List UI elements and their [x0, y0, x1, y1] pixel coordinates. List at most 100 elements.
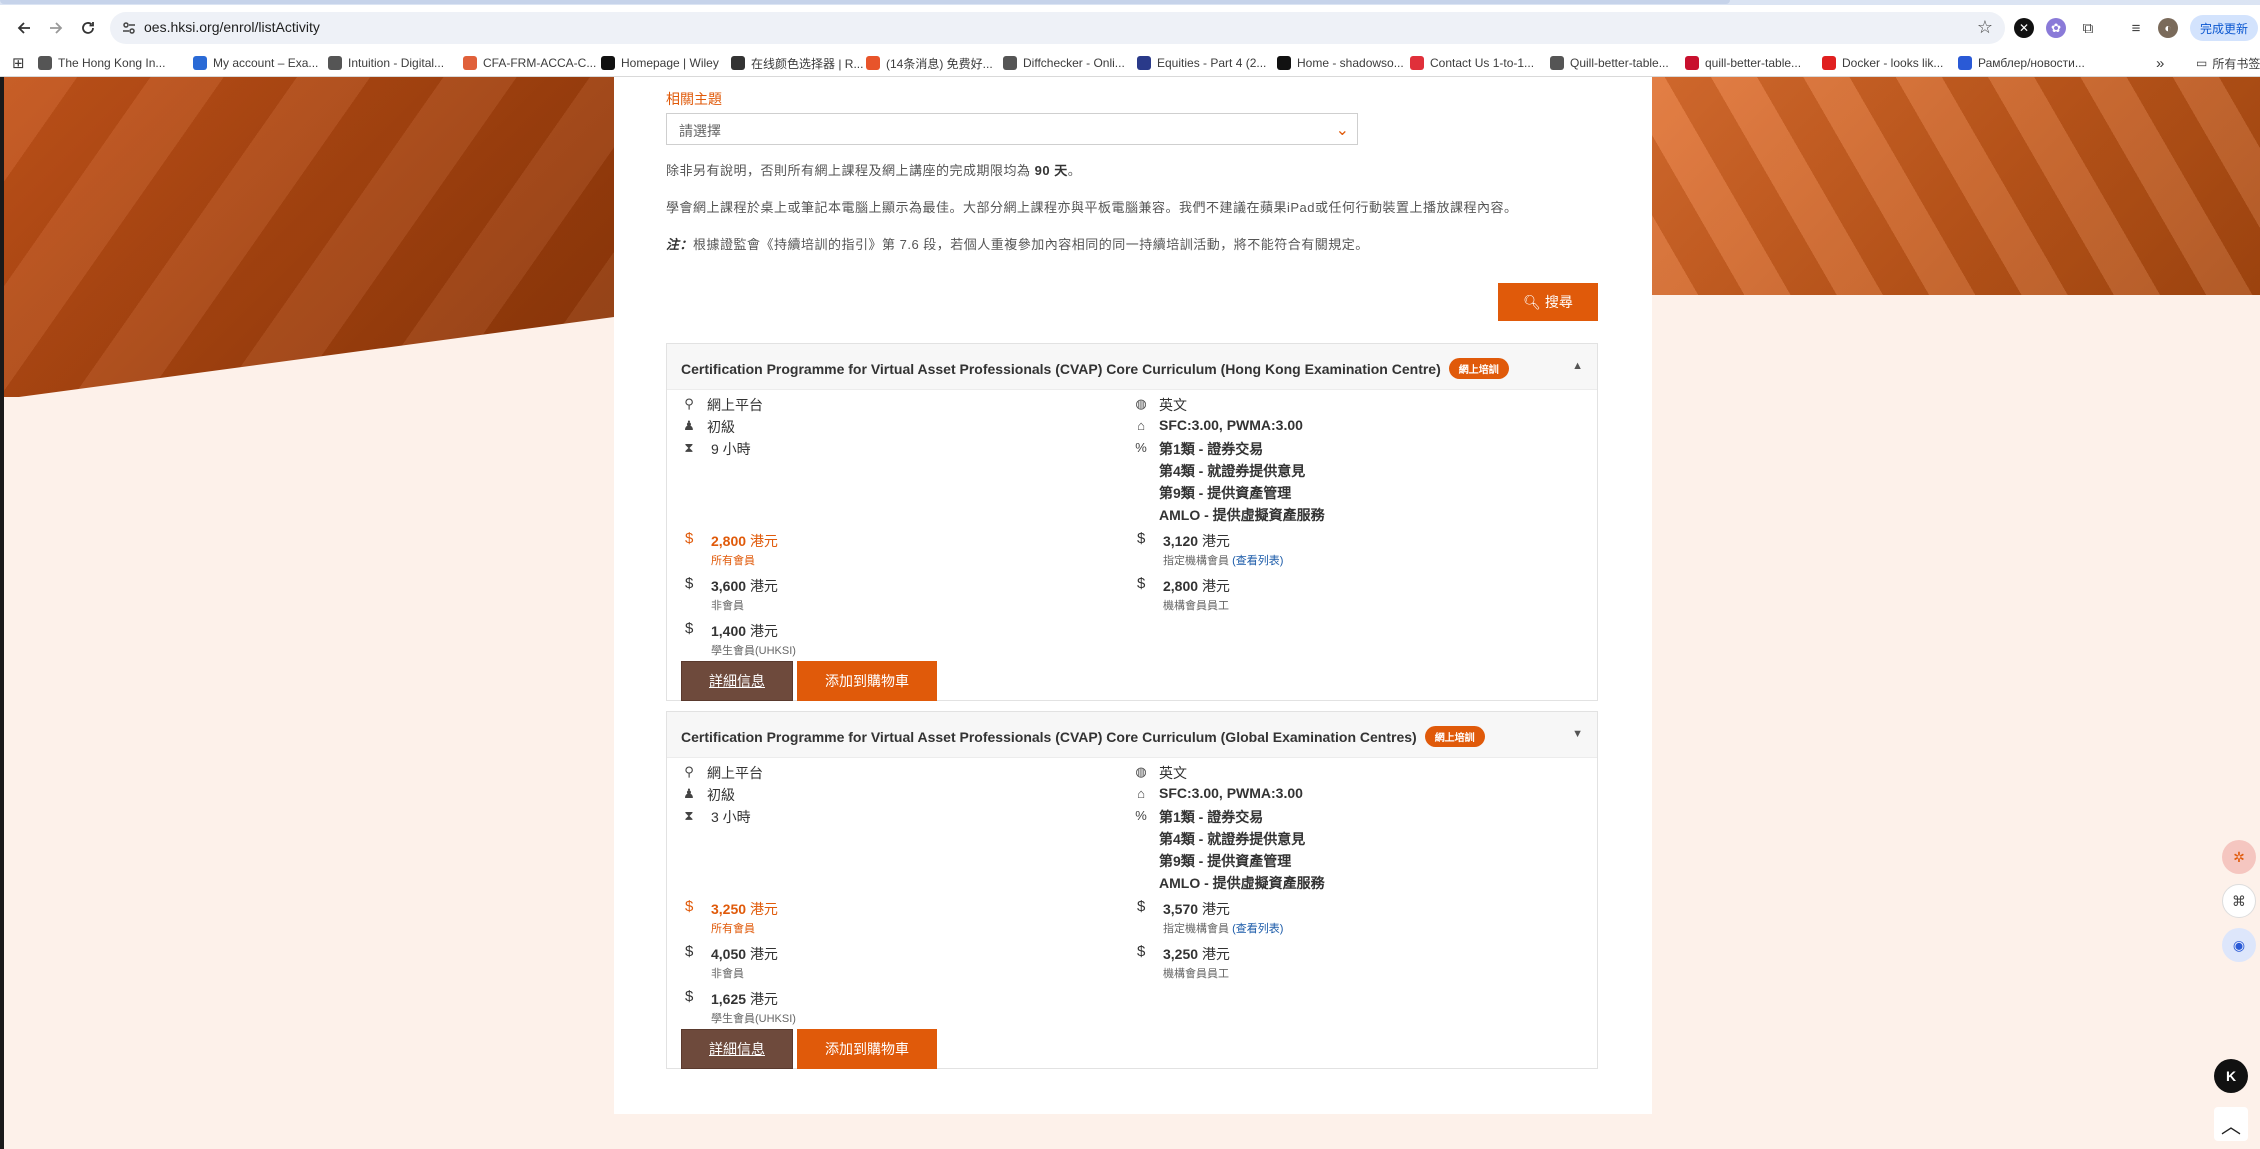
bookmark-label: Рамблер/новости...	[1978, 56, 2085, 70]
price-amount: 2,800	[1163, 578, 1199, 594]
add-to-cart-button[interactable]: 添加到購物車	[797, 661, 937, 701]
price-unit: 港元	[749, 991, 778, 1007]
price-amount: 4,050	[711, 946, 747, 962]
price-label-student: 學生會員(UHKSI)	[711, 1013, 796, 1025]
bookmark-item[interactable]: Equities - Part 4 (2...	[1137, 53, 1266, 73]
back-button[interactable]	[9, 13, 39, 43]
online-training-badge: 網上培訓	[1424, 726, 1485, 747]
percent-tag-icon: %	[1135, 440, 1147, 455]
bookmark-item[interactable]: Homepage | Wiley	[601, 53, 719, 73]
side-widget-assistant[interactable]: ◉	[2222, 928, 2256, 962]
price-unit: 港元	[749, 946, 778, 962]
bookmark-label: 在线颜色选择器 | R...	[751, 56, 864, 71]
active-tab[interactable]	[0, 0, 1730, 4]
view-list-link[interactable]: (查看列表)	[1232, 923, 1283, 935]
course-title[interactable]: Certification Programme for Virtual Asse…	[681, 358, 1509, 379]
duration: 9 小時	[711, 441, 751, 457]
bookmark-item[interactable]: CFA-FRM-ACCA-C...	[463, 53, 596, 73]
search-button-label: 搜尋	[1544, 294, 1573, 310]
url-text[interactable]: oes.hksi.org/enrol/listActivity	[144, 19, 320, 35]
price-unit: 港元	[749, 623, 778, 639]
forward-button[interactable]	[41, 13, 71, 43]
wiley-icon	[601, 56, 615, 70]
extension-color-icon[interactable]: ✿	[2046, 18, 2066, 38]
bookmark-item[interactable]: Diffchecker - Onli...	[1003, 53, 1125, 73]
site-info-icon[interactable]	[120, 19, 138, 37]
add-to-cart-button[interactable]: 添加到購物車	[797, 1029, 937, 1069]
language: 英文	[1159, 765, 1187, 781]
bookmark-item[interactable]: (14条消息) 免费好...	[866, 53, 993, 73]
course-title[interactable]: Certification Programme for Virtual Asse…	[681, 726, 1485, 747]
reading-list-icon[interactable]: ≡	[2126, 18, 2146, 38]
address-bar[interactable]: oes.hksi.org/enrol/listActivity ☆	[110, 12, 2005, 44]
account-icon	[193, 56, 207, 70]
price-unit: 港元	[749, 578, 778, 594]
regulated-category: 第9類 - 提供資產管理	[1159, 485, 1292, 501]
venue: 網上平台	[707, 397, 763, 413]
related-topic-label: 相關主題	[666, 91, 722, 107]
price-student: 1,625 港元	[711, 989, 778, 1009]
update-button[interactable]: 完成更新	[2190, 15, 2259, 41]
bookmark-item[interactable]: Intuition - Digital...	[328, 53, 444, 73]
bookmark-item[interactable]: The Hong Kong In...	[38, 53, 165, 73]
page-viewport: 相關主題 請選擇 ⌄ 除非另有說明，否則所有網上課程及網上講座的完成期限均為 9…	[0, 77, 2260, 1149]
k-logo-icon: K	[2225, 1068, 2237, 1084]
price-amount: 3,600	[711, 578, 747, 594]
all-bookmarks-folder[interactable]: ▭ 所有书签	[2196, 53, 2260, 73]
profile-avatar[interactable]: ◐	[2158, 18, 2178, 38]
more-bookmarks-button[interactable]: »	[2156, 53, 2164, 73]
collapse-toggle-icon[interactable]: ▼	[1572, 728, 1583, 740]
location-pin-icon: ⚲	[684, 764, 694, 779]
command-icon: ⌘	[2232, 892, 2246, 909]
collapse-toggle-icon[interactable]: ▲	[1572, 360, 1583, 372]
user-icon: ♟	[683, 786, 695, 801]
designated-label: 指定機構會員	[1163, 923, 1229, 935]
k-widget-button[interactable]: K	[2214, 1059, 2248, 1093]
extensions-puzzle-icon[interactable]: ⧉	[2078, 18, 2098, 38]
reload-icon	[82, 22, 94, 34]
bookmark-item[interactable]: quill-better-table...	[1685, 53, 1801, 73]
completion-days: 90 天	[1034, 163, 1068, 178]
globe-icon	[328, 56, 342, 70]
price-amount: 3,120	[1163, 533, 1199, 549]
side-widget-translate[interactable]: ✲	[2222, 840, 2256, 874]
bookmark-star-icon[interactable]: ☆	[1977, 17, 1993, 38]
select-value: 請選擇	[679, 123, 721, 139]
price-amount: 3,250	[1163, 946, 1199, 962]
back-to-top-button[interactable]: ︿	[2214, 1107, 2248, 1141]
price-label-corporate-staff: 機構會員員工	[1163, 600, 1229, 612]
browser-toolbar: oes.hksi.org/enrol/listActivity ☆ ✕ ✿ ⧉ …	[0, 5, 2260, 49]
view-list-link[interactable]: (查看列表)	[1232, 555, 1283, 567]
search-icon: 🔍︎	[1523, 293, 1541, 310]
bookmark-item[interactable]: Contact Us 1-to-1...	[1410, 53, 1534, 73]
course-card-header[interactable]: Certification Programme for Virtual Asse…	[667, 712, 1597, 758]
search-button[interactable]: 🔍︎ 搜尋	[1498, 283, 1598, 321]
bookmarks-bar: ⊞ The Hong Kong In... My account – Exa...…	[0, 49, 2260, 77]
price-unit: 港元	[749, 533, 778, 549]
bookmark-item[interactable]: Рамблер/новости...	[1958, 53, 2085, 73]
details-button[interactable]: 詳細信息	[681, 1029, 793, 1069]
bookmark-item[interactable]: 在线颜色选择器 | R...	[731, 53, 863, 73]
reload-button[interactable]	[73, 13, 103, 43]
side-widget-tools[interactable]: ⌘	[2222, 884, 2256, 918]
price-unit: 港元	[749, 901, 778, 917]
related-topic-select[interactable]: 請選擇 ⌄	[666, 113, 1358, 145]
hero-background-right	[1652, 77, 2260, 295]
bookmark-item[interactable]: Docker - looks lik...	[1822, 53, 1943, 73]
extension-x-icon[interactable]: ✕	[2014, 18, 2034, 38]
designated-label: 指定機構會員	[1163, 555, 1229, 567]
language: 英文	[1159, 397, 1187, 413]
course-card-header[interactable]: Certification Programme for Virtual Asse…	[667, 344, 1597, 390]
bookmark-item[interactable]: Quill-better-table...	[1550, 53, 1669, 73]
regulated-category: 第9類 - 提供資產管理	[1159, 853, 1292, 869]
bookmark-item[interactable]: Home - shadowso...	[1277, 53, 1404, 73]
assistant-icon: ◉	[2232, 936, 2246, 953]
dollar-icon: $	[685, 898, 694, 915]
translate-icon: ✲	[2233, 848, 2245, 865]
bookmark-label: Equities - Part 4 (2...	[1157, 56, 1267, 70]
bookmark-label: Home - shadowso...	[1297, 56, 1404, 70]
details-button[interactable]: 詳細信息	[681, 661, 793, 701]
bookmark-item[interactable]: My account – Exa...	[193, 53, 318, 73]
cpt-hours: SFC:3.00, PWMA:3.00	[1159, 417, 1303, 433]
apps-grid-icon[interactable]: ⊞	[12, 53, 25, 73]
